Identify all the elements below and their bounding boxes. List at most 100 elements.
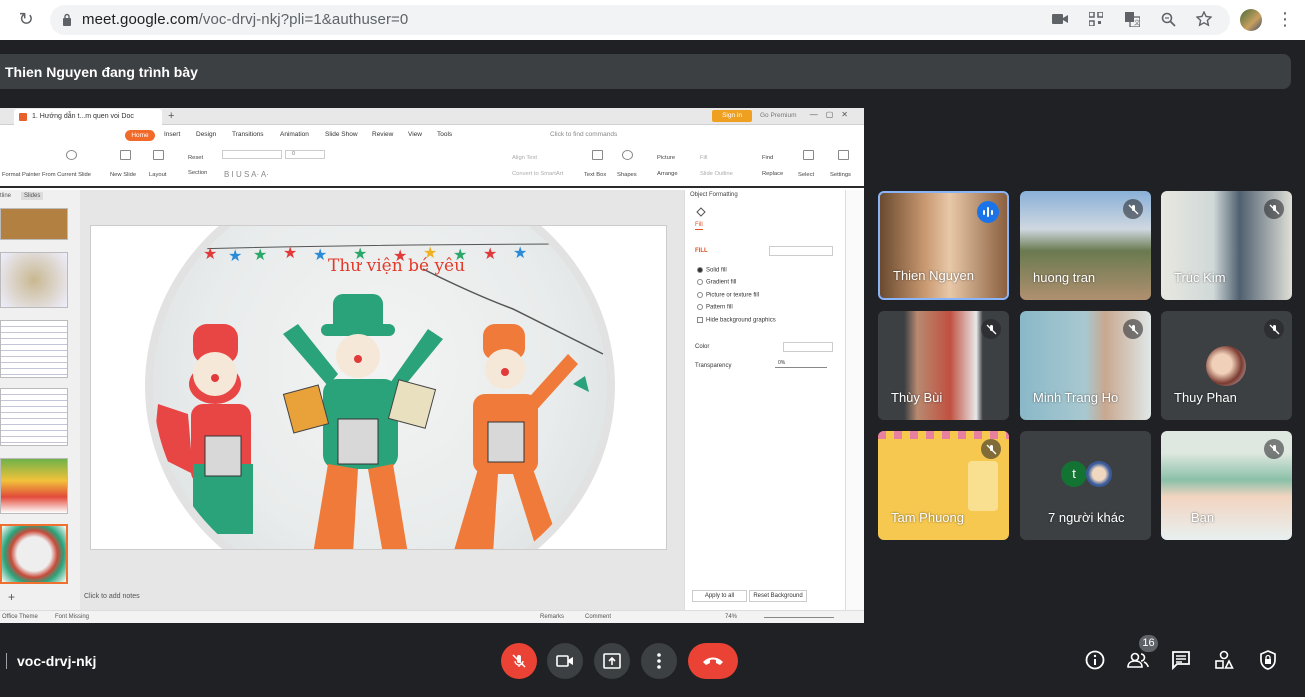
others-tile[interactable]: t 7 người khác: [1020, 431, 1151, 540]
present-screen-button[interactable]: [594, 643, 630, 679]
participant-tile[interactable]: Thùy Bùi: [878, 311, 1009, 420]
arrange-button[interactable]: Arrange: [657, 171, 678, 177]
profile-avatar[interactable]: [1240, 9, 1262, 31]
picture-button[interactable]: Picture: [657, 155, 675, 161]
host-controls-button[interactable]: [1256, 648, 1280, 672]
mic-off-icon: [1264, 439, 1284, 459]
transparency-slider[interactable]: [775, 367, 827, 368]
zoom-level[interactable]: 74%: [725, 614, 737, 620]
fill-tab[interactable]: Fill: [695, 222, 703, 230]
menu-slide-show[interactable]: Slide Show: [325, 131, 358, 138]
notes-placeholder[interactable]: Click to add notes: [84, 593, 140, 600]
sign-in-button[interactable]: Sign in: [712, 110, 752, 122]
participant-tile[interactable]: Tam Phuong: [878, 431, 1009, 540]
zoom-slider[interactable]: [764, 617, 834, 618]
menu-design[interactable]: Design: [196, 131, 216, 138]
remarks-button[interactable]: Remarks: [540, 614, 564, 620]
menu-transitions[interactable]: Transitions: [232, 131, 264, 138]
align-text-button[interactable]: Align Text: [512, 155, 537, 161]
slide-thumbnail[interactable]: [0, 388, 68, 446]
comment-button[interactable]: Comment: [585, 614, 611, 620]
slide-thumbnail[interactable]: [0, 320, 68, 378]
menu-animation[interactable]: Animation: [280, 131, 309, 138]
layout-button[interactable]: Layout: [149, 172, 166, 178]
document-tab[interactable]: 1. Hướng dẫn t...m quen voi Doc: [14, 109, 162, 125]
font-name-box[interactable]: [222, 150, 282, 159]
from-current-slide-button[interactable]: From Current Slide: [42, 172, 91, 178]
add-slide-icon[interactable]: +: [8, 590, 15, 604]
replace-button[interactable]: Replace: [762, 171, 783, 177]
present-icon: [603, 653, 621, 669]
solid-fill-option[interactable]: Solid fill: [697, 267, 727, 274]
participant-tile[interactable]: Thuy Phan: [1161, 311, 1292, 420]
chat-button[interactable]: [1169, 648, 1193, 672]
select-button[interactable]: Select: [798, 172, 814, 178]
slide-thumbnail[interactable]: [0, 458, 68, 514]
menu-home[interactable]: Home: [125, 130, 155, 141]
participant-tile[interactable]: Thien Nguyen: [878, 191, 1009, 300]
browser-menu-icon[interactable]: ⋮: [1276, 9, 1294, 30]
fill-bucket-icon[interactable]: [695, 206, 707, 218]
menu-insert[interactable]: Insert: [164, 131, 180, 138]
microphone-toggle-button[interactable]: [501, 643, 537, 679]
window-controls[interactable]: —▢✕: [810, 110, 856, 119]
participant-tile[interactable]: Trúc Kim: [1161, 191, 1292, 300]
url-text[interactable]: meet.google.com/voc-drvj-nkj?pli=1&authu…: [82, 11, 408, 28]
picture-fill-option[interactable]: Picture or texture fill: [697, 292, 759, 299]
font-missing-label[interactable]: Font Missing: [55, 614, 89, 620]
go-premium-link[interactable]: Go Premium: [760, 112, 796, 119]
format-painter-button[interactable]: Format Painter: [2, 172, 40, 178]
current-slide[interactable]: ★ ★ ★ ★ ★ ★ ★ ★ ★ ★ ★ Thư viện bé yêu: [90, 225, 667, 550]
fill-button[interactable]: Fill: [700, 155, 707, 161]
section-button[interactable]: Section: [188, 170, 207, 176]
reset-button[interactable]: Reset: [188, 155, 203, 161]
leave-call-button[interactable]: [688, 643, 738, 679]
mic-off-icon: [512, 654, 526, 668]
settings-button[interactable]: Settings: [830, 172, 851, 178]
bookmark-star-icon[interactable]: [1193, 8, 1215, 30]
slide-thumbnail[interactable]: [0, 208, 68, 240]
more-options-button[interactable]: [641, 643, 677, 679]
find-button[interactable]: Find: [762, 155, 773, 161]
activities-button[interactable]: [1212, 648, 1236, 672]
text-box-button[interactable]: Text Box: [584, 172, 606, 178]
side-toolbar[interactable]: [845, 190, 864, 615]
pattern-fill-option[interactable]: Pattern fill: [697, 304, 733, 311]
lock-icon[interactable]: [62, 13, 72, 26]
slide-title: Thư viện bé yêu: [328, 256, 466, 276]
camera-indicator-icon[interactable]: [1049, 8, 1071, 30]
color-dropdown[interactable]: [783, 342, 833, 352]
fill-type-dropdown[interactable]: [769, 246, 833, 256]
menu-review[interactable]: Review: [372, 131, 393, 138]
gradient-fill-option[interactable]: Gradient fill: [697, 279, 736, 286]
hide-bg-checkbox[interactable]: Hide background graphics: [697, 317, 776, 324]
apply-to-all-button[interactable]: Apply to all: [692, 590, 747, 602]
slide-thumbnail-selected[interactable]: [0, 524, 68, 584]
participant-tile[interactable]: huong tran: [1020, 191, 1151, 300]
meeting-details-button[interactable]: [1083, 648, 1107, 672]
qr-code-icon[interactable]: [1085, 8, 1107, 30]
participant-tile[interactable]: Minh Trang Ho: [1020, 311, 1151, 420]
background-decoration: [968, 461, 998, 511]
slide-canvas[interactable]: ★ ★ ★ ★ ★ ★ ★ ★ ★ ★ ★ Thư viện bé yêu: [80, 190, 684, 610]
pane-tabs[interactable]: tline Slides: [0, 192, 44, 200]
new-slide-button[interactable]: New Slide: [110, 172, 136, 178]
shapes-button[interactable]: Shapes: [617, 172, 637, 178]
slide-thumbnail[interactable]: [0, 252, 68, 308]
font-size-box[interactable]: 0: [285, 150, 325, 159]
panel-title: Object Formatting: [690, 192, 738, 198]
menu-tools[interactable]: Tools: [437, 131, 452, 138]
menu-view[interactable]: View: [408, 131, 422, 138]
font-style-buttons[interactable]: B I U S A· A·: [224, 170, 269, 179]
participant-tile[interactable]: Bạn: [1161, 431, 1292, 540]
zoom-icon[interactable]: [1157, 8, 1179, 30]
find-commands[interactable]: Click to find commands: [550, 131, 617, 138]
reset-background-button[interactable]: Reset Background: [749, 590, 807, 602]
slide-outline-button[interactable]: Slide Outline: [700, 171, 733, 177]
convert-smartart-button[interactable]: Convert to SmartArt: [512, 171, 563, 177]
camera-toggle-button[interactable]: [547, 643, 583, 679]
reload-icon[interactable]: ↻: [16, 10, 36, 30]
new-tab-icon[interactable]: +: [168, 110, 174, 122]
translate-icon[interactable]: 文: [1121, 8, 1143, 30]
fill-section-header[interactable]: FILL: [695, 248, 708, 254]
